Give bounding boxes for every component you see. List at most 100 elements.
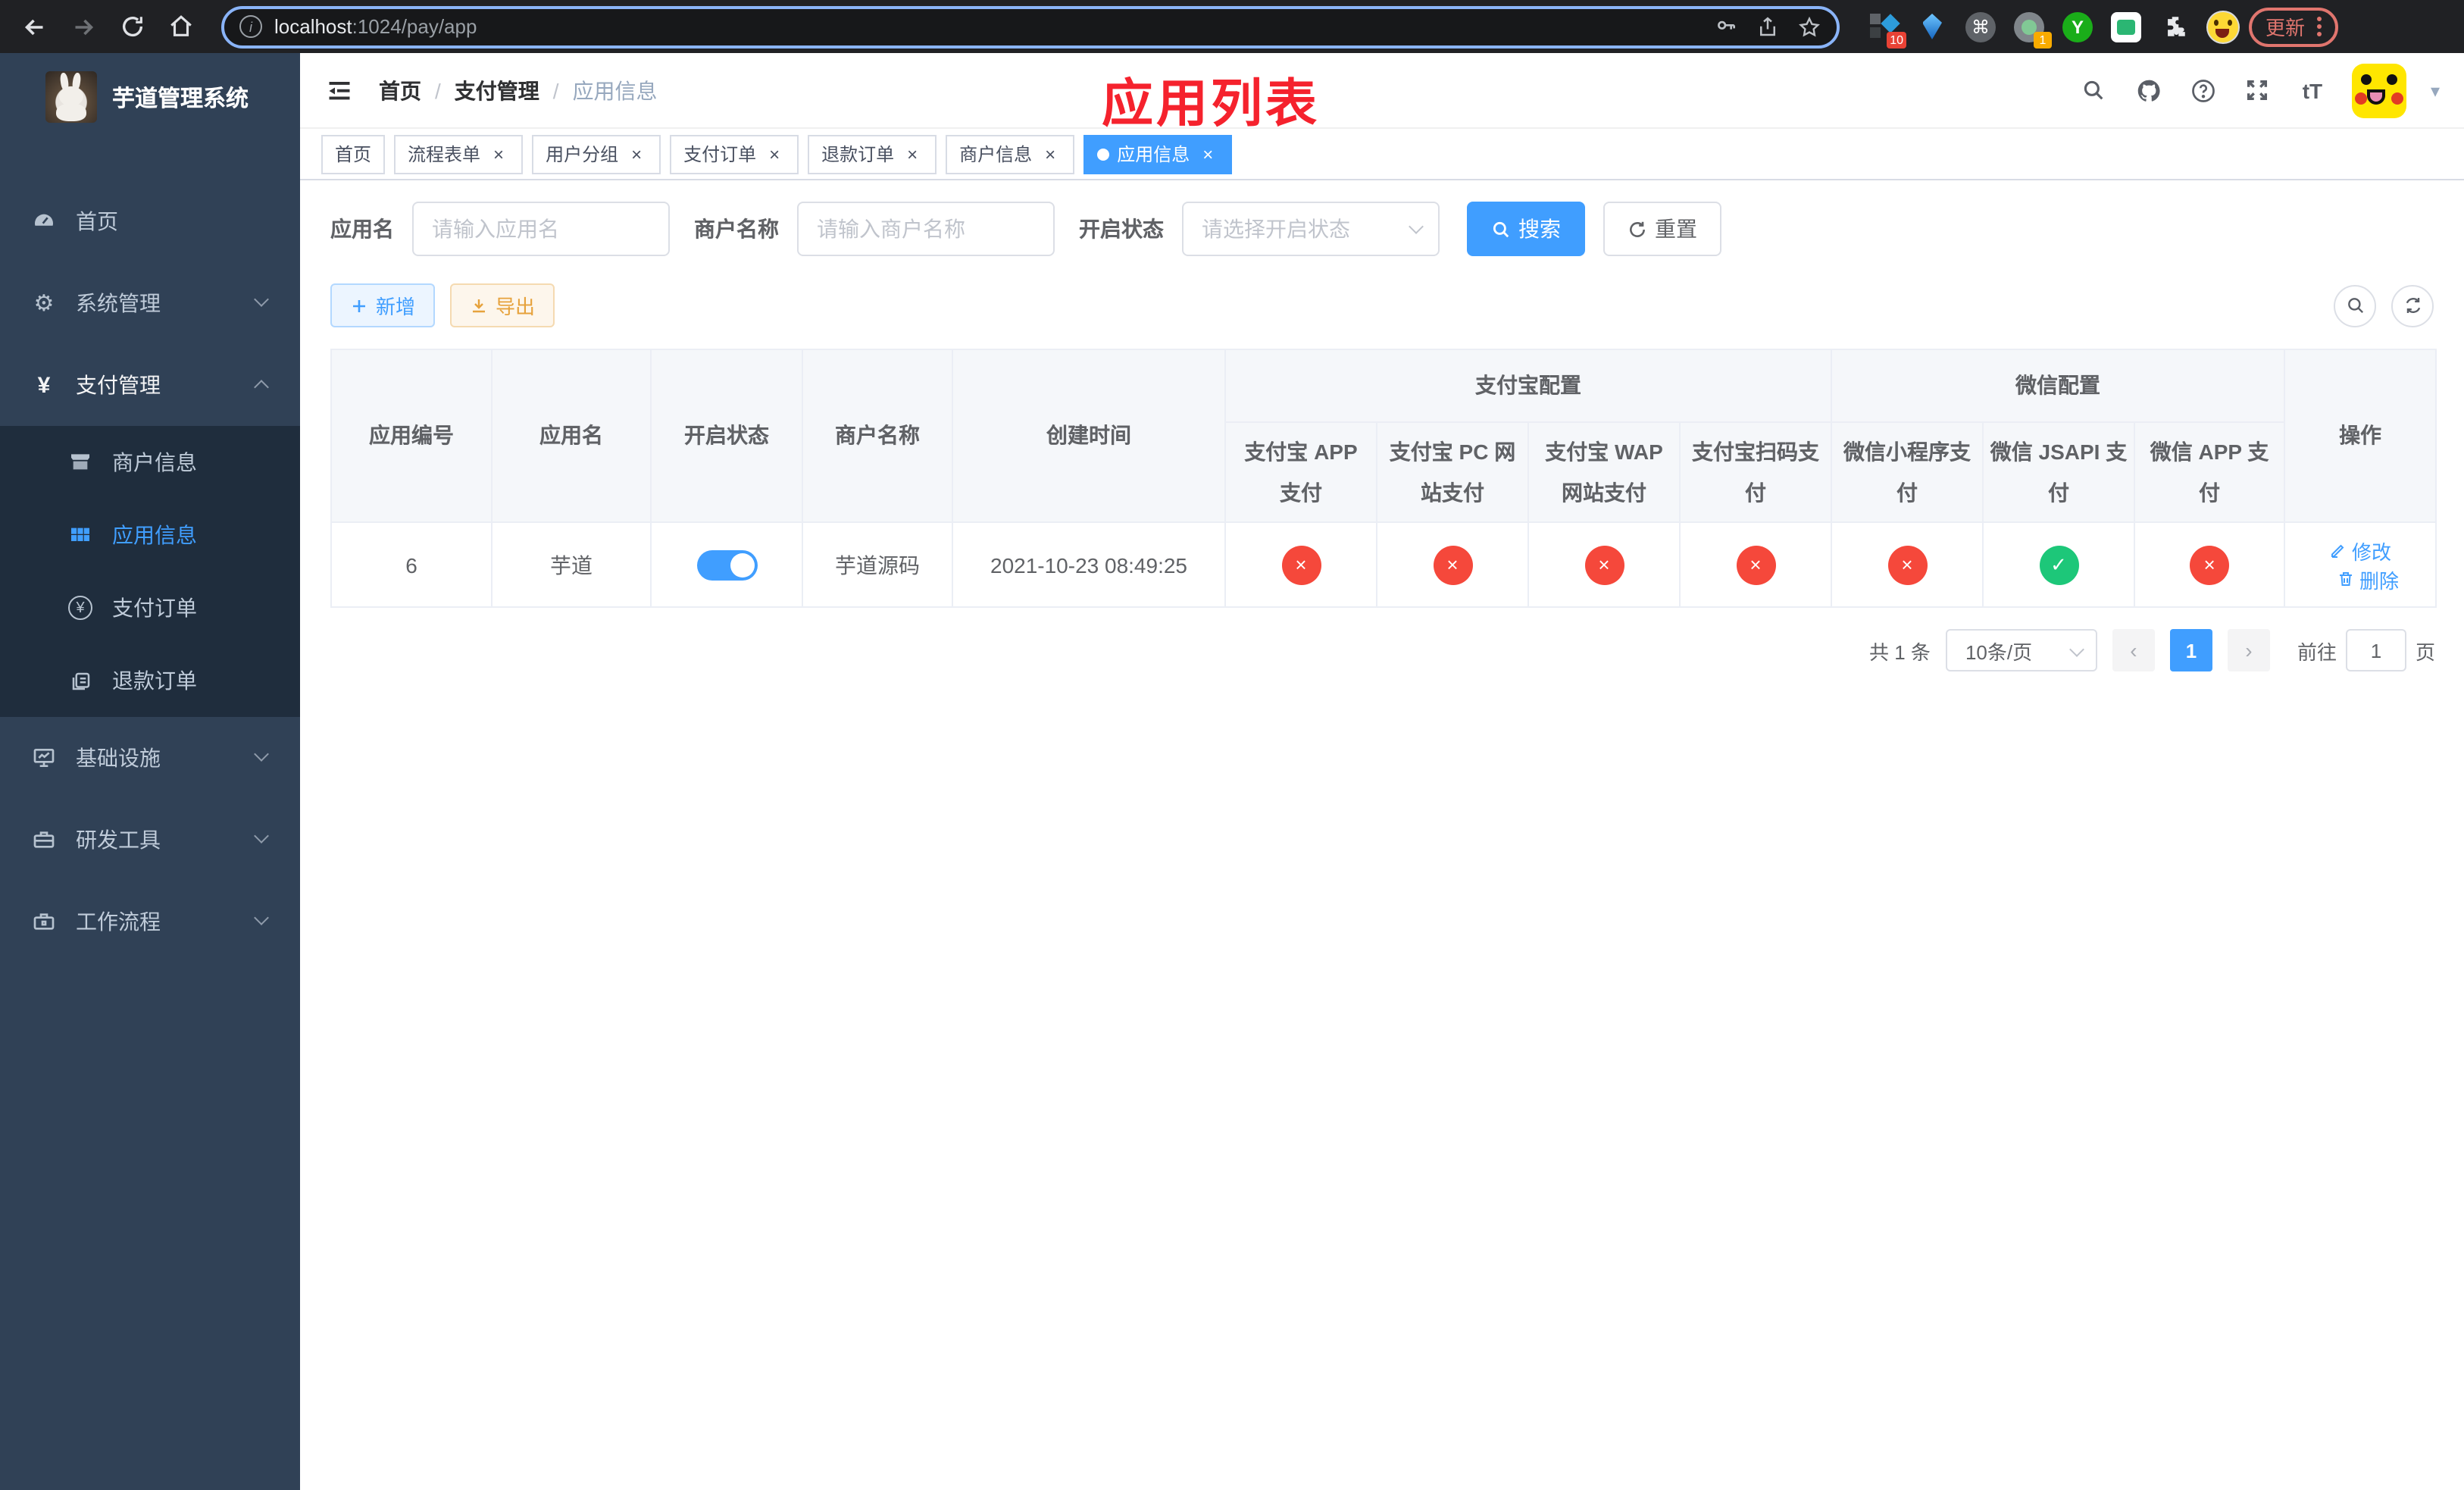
add-button[interactable]: 新增 — [330, 283, 436, 327]
chevron-down-icon — [254, 292, 269, 307]
tab-home[interactable]: 首页 — [321, 134, 386, 174]
back-icon[interactable] — [15, 7, 55, 46]
sidebar-item-merchant-info[interactable]: 商户信息 — [0, 426, 300, 499]
sidebar-fold-icon[interactable] — [324, 75, 355, 105]
header-search-icon[interactable] — [2079, 75, 2109, 105]
page-content: 应用名 商户名称 开启状态 搜索 重置 — [300, 180, 2464, 1490]
prev-page-button[interactable]: ‹ — [2112, 629, 2155, 672]
channel-status-icon: × — [1584, 545, 1624, 585]
tab-app-info[interactable]: 应用信息 × — [1083, 134, 1233, 174]
toggle-search-button[interactable] — [2334, 284, 2376, 327]
app-logo — [45, 71, 97, 123]
extension-command-icon[interactable]: ⌘ — [1964, 10, 1997, 43]
next-page-button[interactable]: › — [2227, 629, 2270, 672]
search-button[interactable]: 搜索 — [1467, 202, 1585, 256]
status-select-input[interactable] — [1182, 202, 1440, 256]
page-number-1[interactable]: 1 — [2169, 629, 2212, 672]
storefront-icon — [67, 449, 94, 476]
refresh-button[interactable] — [2391, 284, 2434, 327]
channel-status-icon: × — [1736, 545, 1775, 585]
app-logo-row[interactable]: 芋道管理系统 — [0, 53, 300, 141]
sidebar-item-label: 商户信息 — [112, 450, 197, 474]
home-icon[interactable] — [161, 7, 200, 46]
extensions-puzzle-icon[interactable] — [2158, 10, 2191, 43]
close-icon[interactable]: × — [488, 143, 509, 164]
extensions-row: 10 ⌘ 1 Y — [1867, 10, 2240, 48]
col-merchant: 商户名称 — [802, 348, 953, 524]
merchant-name-input[interactable] — [797, 202, 1055, 256]
close-icon[interactable]: × — [1197, 143, 1218, 164]
tab-user-group[interactable]: 用户分组 × — [532, 134, 661, 174]
breadcrumb-payment[interactable]: 支付管理 — [455, 75, 539, 105]
tab-process-form[interactable]: 流程表单 × — [394, 134, 524, 174]
reload-icon[interactable] — [112, 7, 152, 46]
sidebar-item-system[interactable]: ⚙ 系统管理 — [0, 262, 300, 344]
col-operations: 操作 — [2284, 348, 2437, 524]
reset-button[interactable]: 重置 — [1603, 202, 1721, 256]
edit-button[interactable]: 修改 — [2329, 536, 2391, 565]
app-name-input[interactable] — [412, 202, 670, 256]
close-icon[interactable]: × — [1040, 143, 1061, 164]
pagination: 共 1 条 10条/页 ‹ 1 › 前往 页 — [330, 629, 2435, 672]
enabled-toggle[interactable] — [696, 549, 757, 581]
delete-button[interactable]: 删除 — [2337, 565, 2399, 593]
browser-update-button[interactable]: 更新 — [2249, 7, 2339, 46]
page-info-icon[interactable]: i — [239, 15, 262, 38]
fullscreen-icon[interactable] — [2243, 75, 2273, 105]
forward-icon[interactable] — [64, 7, 103, 46]
sidebar-item-pay-orders[interactable]: ¥ 支付订单 — [0, 571, 300, 644]
col-alipay-app: 支付宝 APP 支付 — [1224, 421, 1377, 524]
sidebar-item-payment[interactable]: ¥ 支付管理 — [0, 344, 300, 426]
briefcase-icon — [30, 908, 58, 935]
cell-created: 2021-10-23 08:49:25 — [952, 521, 1226, 609]
password-key-icon[interactable] — [1714, 14, 1738, 39]
extension-recorder-icon[interactable]: 1 — [2012, 10, 2052, 48]
sidebar-item-label: 首页 — [76, 209, 118, 233]
sidebar-item-home[interactable]: 首页 — [0, 180, 300, 262]
extension-badge: 10 — [1887, 31, 1906, 48]
close-icon[interactable]: × — [764, 143, 785, 164]
url-bar[interactable]: i localhost:1024/pay/app — [221, 5, 1840, 48]
sidebar-item-infrastructure[interactable]: 基础设施 — [0, 717, 300, 799]
close-icon[interactable]: × — [626, 143, 647, 164]
col-app-name: 应用名 — [491, 348, 652, 524]
total-count: 共 1 条 — [1869, 640, 1931, 664]
tab-pay-orders[interactable]: 支付订单 × — [670, 134, 799, 174]
channel-status-icon: × — [2190, 545, 2230, 585]
sidebar-item-dev-tools[interactable]: 研发工具 — [0, 799, 300, 881]
channel-status-icon: × — [1887, 545, 1927, 585]
sidebar-item-workflow[interactable]: 工作流程 — [0, 881, 300, 963]
font-size-icon[interactable]: tT — [2297, 75, 2328, 105]
profile-avatar[interactable] — [2206, 10, 2240, 43]
tab-merchant-info[interactable]: 商户信息 × — [946, 134, 1075, 174]
extension-badge: 1 — [2034, 31, 2052, 48]
extension-blocks-icon[interactable]: 10 — [1867, 10, 1906, 48]
extension-chat-icon[interactable] — [2109, 10, 2143, 43]
search-form: 应用名 商户名称 开启状态 搜索 重置 — [330, 202, 2434, 256]
user-avatar[interactable] — [2351, 63, 2406, 117]
avatar-caret-icon[interactable]: ▾ — [2431, 80, 2440, 101]
bookmark-star-icon[interactable] — [1797, 14, 1821, 39]
extension-kite-icon[interactable] — [1915, 10, 1949, 43]
url-text: localhost:1024/pay/app — [274, 15, 477, 38]
grid-icon — [67, 521, 94, 549]
breadcrumb-home[interactable]: 首页 — [379, 75, 421, 105]
status-select[interactable] — [1182, 202, 1440, 256]
browser-menu-icon[interactable] — [2317, 17, 2322, 36]
col-wechat-app: 微信 APP 支付 — [2133, 421, 2286, 524]
export-button[interactable]: 导出 — [450, 283, 555, 327]
close-icon[interactable]: × — [902, 143, 923, 164]
extension-y-icon[interactable]: Y — [2061, 10, 2094, 43]
sidebar-item-label: 工作流程 — [76, 909, 161, 934]
tab-refund-orders[interactable]: 退款订单 × — [808, 134, 937, 174]
col-alipay-qr: 支付宝扫码支付 — [1679, 421, 1832, 524]
share-icon[interactable] — [1756, 14, 1779, 39]
github-icon[interactable] — [2134, 75, 2164, 105]
sidebar-item-refund-orders[interactable]: 退款订单 — [0, 644, 300, 717]
yen-icon: ¥ — [37, 372, 51, 398]
sidebar-item-app-info[interactable]: 应用信息 — [0, 499, 300, 571]
page-suffix: 页 — [2415, 640, 2435, 664]
page-size-select[interactable]: 10条/页 — [1945, 629, 2097, 672]
help-icon[interactable] — [2188, 75, 2219, 105]
goto-page-input[interactable] — [2345, 629, 2406, 672]
